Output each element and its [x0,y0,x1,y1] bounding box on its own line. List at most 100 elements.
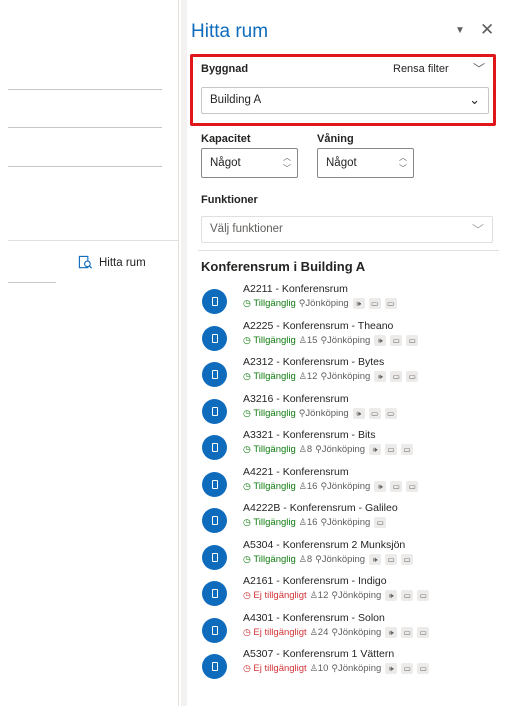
room-list-item[interactable]: A4221 - Konferensrum ◷ Tillgänglig ♙16 ⚲Jön… [202,466,502,503]
display-icon: ▭ [385,444,398,455]
close-icon[interactable]: ✕ [480,20,494,40]
display-icon: ▭ [401,626,414,638]
capacity-value: Något [210,157,241,169]
room-location: ⚲Jönköping [320,517,370,528]
room-name: A2312 - Konferensrum - Bytes [243,356,385,368]
stepper-arrows-icon[interactable]: ︿ ﹀ [283,152,291,174]
room-name: A2225 - Konferensrum - Theano [243,319,394,332]
building-value: Building A [210,94,262,106]
camera-icon: ▭ [401,553,414,565]
room-status: ◷ Tillgänglig [243,481,296,492]
person-icon: ♙ [309,663,318,673]
audio-icon: 🕪 [385,590,398,601]
clock-icon: ◷ [243,626,254,637]
floor-stepper[interactable]: Något ︿ ﹀ [317,148,414,178]
location-pin-icon: ⚲ [331,663,338,673]
room-meta: ◷ Ej tillgängligt ♙24 ⚲Jönköping 🕪 ▭ ▭ [243,626,430,638]
room-door-icon [202,289,227,314]
display-icon: ▭ [390,334,403,346]
stepper-arrows-icon[interactable]: ︿ ﹀ [399,152,407,174]
room-door-icon [202,362,227,387]
camera-icon: ▭ [417,626,430,638]
chevron-down-icon: ⌄ [469,92,480,107]
room-door-icon [202,435,227,460]
display-icon: ▭ [374,517,387,528]
capacity-stepper[interactable]: Något ︿ ﹀ [201,148,298,178]
room-location-label: Jönköping [305,298,349,309]
room-capacity-value: 10 [317,663,329,674]
room-list-item[interactable]: A5307 - Konferensrum 1 Vättern ◷ Ej tillg… [202,648,502,685]
find-room-button[interactable]: Hitta rum [78,255,146,270]
room-name: A3321 - Konferensrum - Bits [243,429,376,441]
room-capacity-value: 8 [306,553,313,565]
room-location-label: Jönköping [327,371,371,382]
room-list-item[interactable]: A2225 - Konferensrum - Theano ◷ Tillgängl… [202,320,502,357]
room-status-label: Ej tillgängligt [253,590,307,601]
display-icon: ▭ [401,590,414,601]
clock-icon: ◷ [243,480,254,491]
room-capacity-value: 24 [317,626,329,638]
functions-label: Funktioner [201,194,258,206]
camera-icon: ▭ [417,590,430,601]
room-location: ⚲Jönköping [331,590,381,601]
person-icon: ♙ [298,517,307,527]
room-meta: ◷ Ej tillgängligt ♙10 ⚲Jönköping 🕪 ▭ ▭ [243,663,430,674]
room-status: ◷ Tillgänglig [243,298,296,309]
room-list-item[interactable]: A4222B - Konferensrum - Galileo ◷ Tillgän… [202,502,502,539]
room-location-label: Jönköping [337,590,382,601]
find-room-label: Hitta rum [99,256,146,269]
room-status: ◷ Ej tillgängligt [243,590,307,601]
room-list-title: Konferensrum i Building A [201,259,366,274]
room-location: ⚲Jönköping [299,298,349,309]
room-list-item[interactable]: A3321 - Konferensrum - Bits ◷ Tillgänglig… [202,429,502,466]
person-icon: ♙ [309,590,318,600]
clock-icon: ◷ [243,334,254,345]
room-list-item[interactable]: A4301 - Konferensrum - Solon ◷ Ej tillgän… [202,612,502,649]
clear-filter-link[interactable]: Rensa filter [393,63,449,75]
audio-icon: 🕪 [369,444,382,455]
room-status-label: Tillgänglig [253,298,296,309]
room-capacity: ♙8 [299,444,312,455]
room-list-item[interactable]: A2312 - Konferensrum - Bytes ◷ Tillgängli… [202,356,502,393]
room-status: ◷ Tillgänglig [243,335,296,346]
find-room-icon [78,255,93,269]
room-door-icon [202,398,227,424]
room-capacity: ♙24 [310,627,329,638]
divider-line [8,240,178,241]
location-pin-icon: ⚲ [331,626,338,637]
camera-icon: ▭ [384,407,397,419]
room-status: ◷ Tillgänglig [243,408,296,419]
audio-icon: 🕪 [352,407,365,419]
collapse-chevron-icon[interactable]: ▼ [455,25,465,36]
room-meta: ◷ Tillgänglig ⚲Jönköping 🕪 ▭ ▭ [243,407,397,419]
location-pin-icon: ⚲ [315,444,322,454]
floor-label: Våning [317,133,354,145]
functions-placeholder: Välj funktioner [210,223,283,235]
room-status-label: Tillgänglig [253,444,296,455]
functions-dropdown[interactable]: Välj funktioner ﹀ [201,216,493,243]
building-dropdown[interactable]: Building A ⌄ [201,87,489,114]
clock-icon: ◷ [243,407,254,418]
section-divider [198,250,499,251]
room-name: A5307 - Konferensrum 1 Vättern [243,648,395,660]
room-location: ⚲Jönköping [299,408,349,419]
room-meta: ◷ Tillgänglig ♙8 ⚲Jönköping 🕪 ▭ ▭ [243,553,414,565]
room-capacity-value: 16 [306,517,318,528]
display-icon: ▭ [368,298,381,309]
room-capacity: ♙16 [299,481,318,492]
room-meta: ◷ Tillgänglig ♙15 ⚲Jönköping 🕪 ▭ ▭ [243,334,419,346]
clock-icon: ◷ [243,553,254,564]
scrollbar[interactable] [181,0,187,706]
chevron-down-icon[interactable]: ﹀ [473,60,485,77]
room-list-item[interactable]: A2161 - Konferensrum - Indigo ◷ Ej tillgä… [202,575,502,612]
room-list-item[interactable]: A5304 - Konferensrum 2 Munksjön ◷ Tillgän… [202,539,502,576]
room-list-item[interactable]: A3216 - Konferensrum ◷ Tillgänglig ⚲Jönköp… [202,393,502,430]
room-status: ◷ Ej tillgängligt [243,627,307,638]
room-list-item[interactable]: A2211 - Konferensrum ◷ Tillgänglig ⚲Jönköp… [202,283,502,320]
person-icon: ♙ [298,371,307,381]
person-icon: ♙ [309,626,318,637]
camera-icon: ▭ [384,298,397,309]
person-icon: ♙ [298,334,307,345]
room-status-label: Tillgänglig [253,517,296,528]
room-location-label: Jönköping [327,334,371,346]
